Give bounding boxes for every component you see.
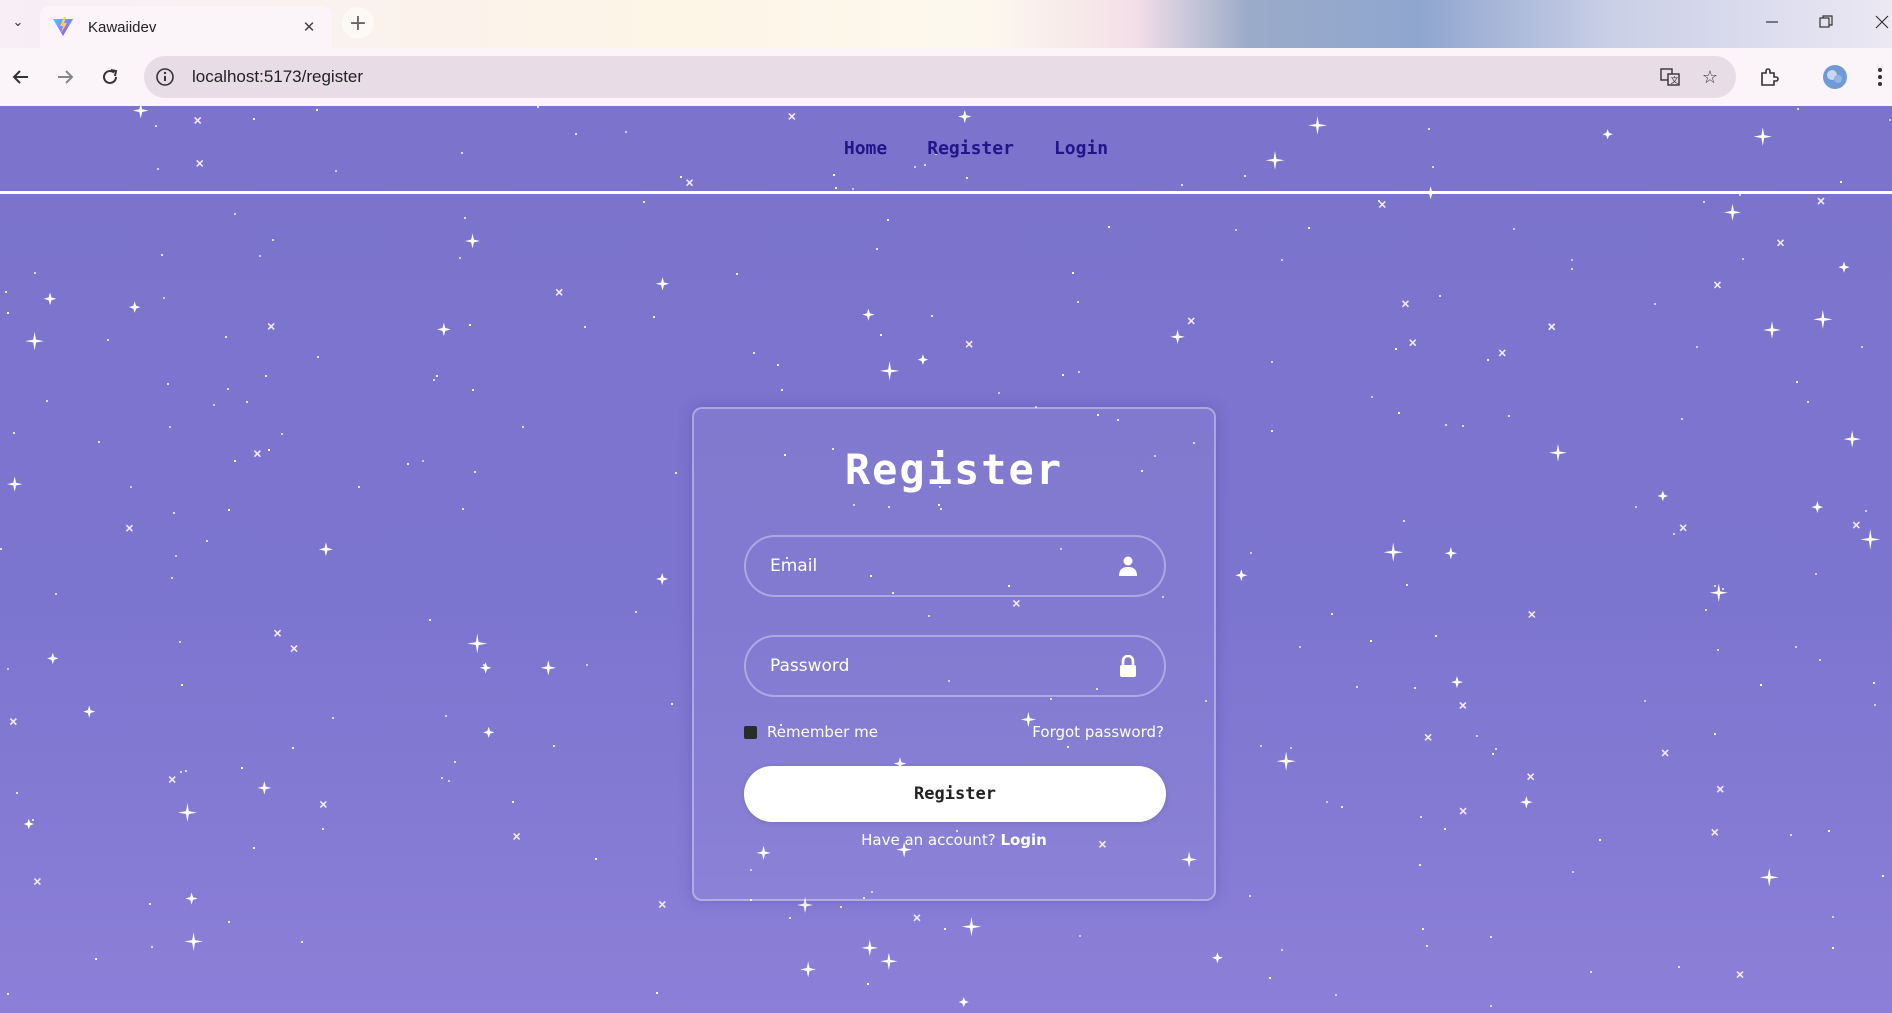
svg-text:文: 文 (1671, 75, 1679, 85)
have-account-text: Have an account? (861, 831, 996, 849)
bookmark-star-icon[interactable]: ☆ (1696, 63, 1724, 91)
page-viewport: Home Register Login Register Remember me… (0, 106, 1892, 1013)
remember-checkbox[interactable] (744, 725, 757, 739)
lock-icon (1116, 654, 1140, 678)
nav-link-login[interactable]: Login (1054, 138, 1108, 159)
vite-favicon-icon (53, 17, 73, 36)
reload-icon[interactable] (95, 62, 125, 92)
password-field[interactable] (744, 635, 1166, 697)
address-bar[interactable]: localhost:5173/register 文 ☆ (144, 56, 1736, 98)
browser-menu-icon[interactable] (1868, 60, 1892, 94)
browser-tab[interactable]: Kawaiidev ✕ (40, 6, 332, 48)
close-window-icon[interactable] (1862, 8, 1892, 36)
nav-link-register[interactable]: Register (927, 138, 1014, 159)
extensions-puzzle-icon[interactable] (1752, 60, 1786, 94)
browser-toolbar: localhost:5173/register 文 ☆ (0, 48, 1892, 106)
browser-tab-strip: ⌄ Kawaiidev ✕ + (0, 0, 1892, 48)
user-icon (1116, 554, 1140, 578)
restore-icon[interactable] (1806, 8, 1846, 36)
register-button[interactable]: Register (744, 766, 1166, 822)
tab-search-chevron-icon[interactable]: ⌄ (6, 10, 30, 34)
url-text[interactable]: localhost:5173/register (192, 67, 1656, 87)
site-info-icon[interactable] (152, 64, 178, 90)
profile-avatar-icon[interactable] (1818, 60, 1852, 94)
nav-link-home[interactable]: Home (844, 138, 887, 159)
site-navbar: Home Register Login (0, 106, 1892, 194)
password-input[interactable] (746, 636, 1116, 696)
login-link[interactable]: Login (1000, 831, 1046, 849)
email-input[interactable] (746, 536, 1116, 596)
minimize-icon[interactable] (1752, 8, 1792, 36)
form-title: Register (844, 445, 1064, 494)
remember-me[interactable]: Remember me (744, 723, 878, 741)
remember-label: Remember me (767, 723, 878, 741)
translate-icon[interactable]: 文 (1656, 63, 1684, 91)
tab-close-icon[interactable]: ✕ (298, 18, 320, 36)
have-account-line: Have an account? Login (694, 831, 1214, 849)
tab-title: Kawaiidev (88, 18, 157, 36)
back-arrow-icon[interactable] (6, 62, 36, 92)
email-field[interactable] (744, 535, 1166, 597)
forward-arrow-icon[interactable] (50, 62, 80, 92)
register-card: Register Remember me Forgot password? Re… (692, 407, 1216, 901)
forgot-password-link[interactable]: Forgot password? (1032, 723, 1164, 741)
new-tab-button[interactable]: + (342, 7, 374, 39)
